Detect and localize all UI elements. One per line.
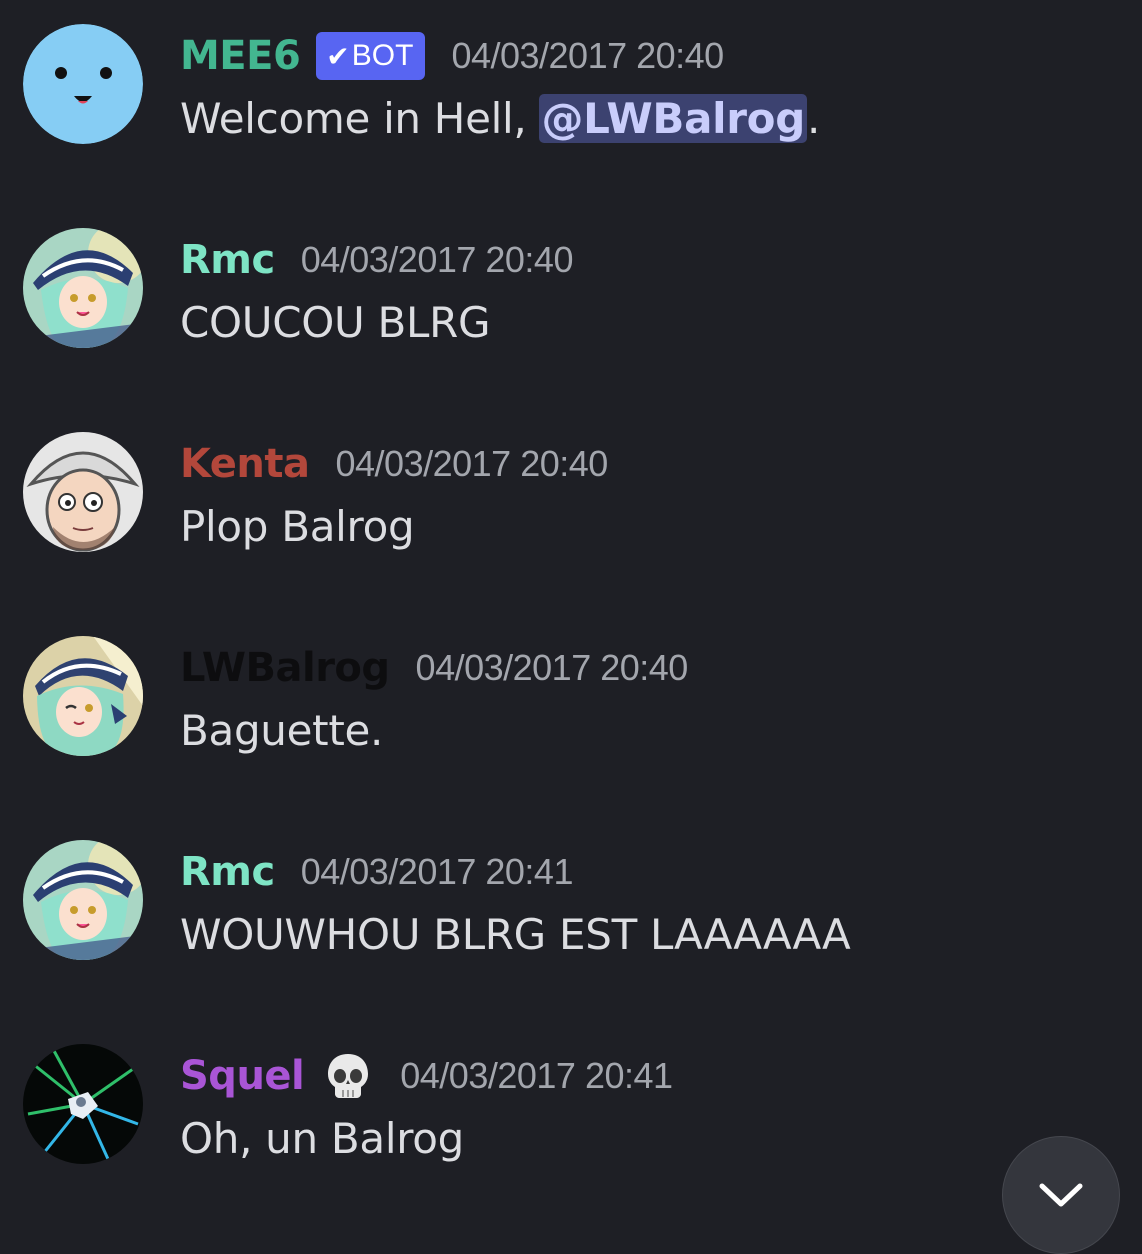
timestamp: 04/03/2017 20:40 (415, 647, 689, 688)
anime-girl-avatar (23, 228, 143, 348)
message: LWBalrog 04/03/2017 20:40 Baguette. (0, 612, 1142, 792)
message-header: Squel 04/03/2017 20:41 (180, 1046, 673, 1106)
username[interactable]: Kenta (180, 441, 310, 487)
message-text: Oh, un Balrog (180, 1114, 464, 1163)
anime-girl-avatar (23, 840, 143, 960)
kenta-avatar[interactable] (23, 432, 143, 552)
timestamp: 04/03/2017 20:40 (300, 239, 574, 280)
username[interactable]: LWBalrog (180, 645, 390, 691)
username[interactable]: MEE6 (180, 33, 301, 79)
message-content: Plop Balrog (180, 502, 415, 551)
verified-check-icon: ✔ (326, 40, 350, 72)
username[interactable]: Squel (180, 1053, 305, 1099)
chevron-down-icon (1039, 1183, 1083, 1207)
message-content: Welcome in Hell, @LWBalrog. (180, 94, 820, 143)
mee6-smiley-icon (23, 24, 143, 144)
message-text: Baguette. (180, 706, 384, 755)
username[interactable]: Rmc (180, 237, 275, 283)
timestamp: 04/03/2017 20:40 (335, 443, 609, 484)
username[interactable]: Rmc (180, 849, 275, 895)
message-header: Kenta 04/03/2017 20:40 (180, 434, 608, 494)
timestamp: 04/03/2017 20:41 (300, 851, 574, 892)
message: Kenta 04/03/2017 20:40 Plop Balrog (0, 408, 1142, 588)
message-header: Rmc 04/03/2017 20:41 (180, 842, 573, 902)
message-text: Plop Balrog (180, 502, 415, 551)
user-mention[interactable]: @LWBalrog (539, 94, 807, 143)
skull-icon (322, 1050, 374, 1102)
message-text: COUCOU BLRG (180, 298, 491, 347)
message-content: Oh, un Balrog (180, 1114, 464, 1163)
message-content: WOUWHOU BLRG EST LAAAAAA (180, 910, 851, 959)
bot-tag-label: BOT (351, 39, 414, 72)
message-content: COUCOU BLRG (180, 298, 491, 347)
message-content: Baguette. (180, 706, 383, 755)
message-text: Welcome in Hell, (180, 94, 540, 143)
message-header: LWBalrog 04/03/2017 20:40 (180, 638, 688, 698)
message-text: . (806, 94, 821, 143)
bot-tag: ✔ BOT (316, 32, 426, 80)
message: Squel 04/03/2017 20:41 Oh, un Balrog (0, 1020, 1142, 1200)
timestamp: 04/03/2017 20:40 (451, 35, 724, 76)
dark-burst-avatar (23, 1044, 143, 1164)
message: Rmc 04/03/2017 20:40 COUCOU BLRG (0, 204, 1142, 384)
message-header: Rmc 04/03/2017 20:40 (180, 230, 573, 290)
timestamp: 04/03/2017 20:41 (400, 1055, 673, 1096)
mee6-avatar[interactable] (23, 24, 143, 144)
message: Rmc 04/03/2017 20:41 WOUWHOU BLRG EST LA… (0, 816, 1142, 996)
message-list: MEE6 ✔ BOT 04/03/2017 20:40 Welcome in H… (0, 0, 1142, 1254)
message: MEE6 ✔ BOT 04/03/2017 20:40 Welcome in H… (0, 0, 1142, 180)
cartoon-man-avatar (23, 432, 143, 552)
anime-girl-avatar (23, 636, 143, 756)
squel-avatar[interactable] (23, 1044, 143, 1164)
scroll-to-bottom-button[interactable] (1002, 1136, 1120, 1254)
lwbalrog-avatar[interactable] (23, 636, 143, 756)
message-header: MEE6 ✔ BOT 04/03/2017 20:40 (180, 26, 724, 86)
rmc-avatar[interactable] (23, 228, 143, 348)
rmc-avatar[interactable] (23, 840, 143, 960)
message-text: WOUWHOU BLRG EST LAAAAAA (180, 910, 851, 959)
